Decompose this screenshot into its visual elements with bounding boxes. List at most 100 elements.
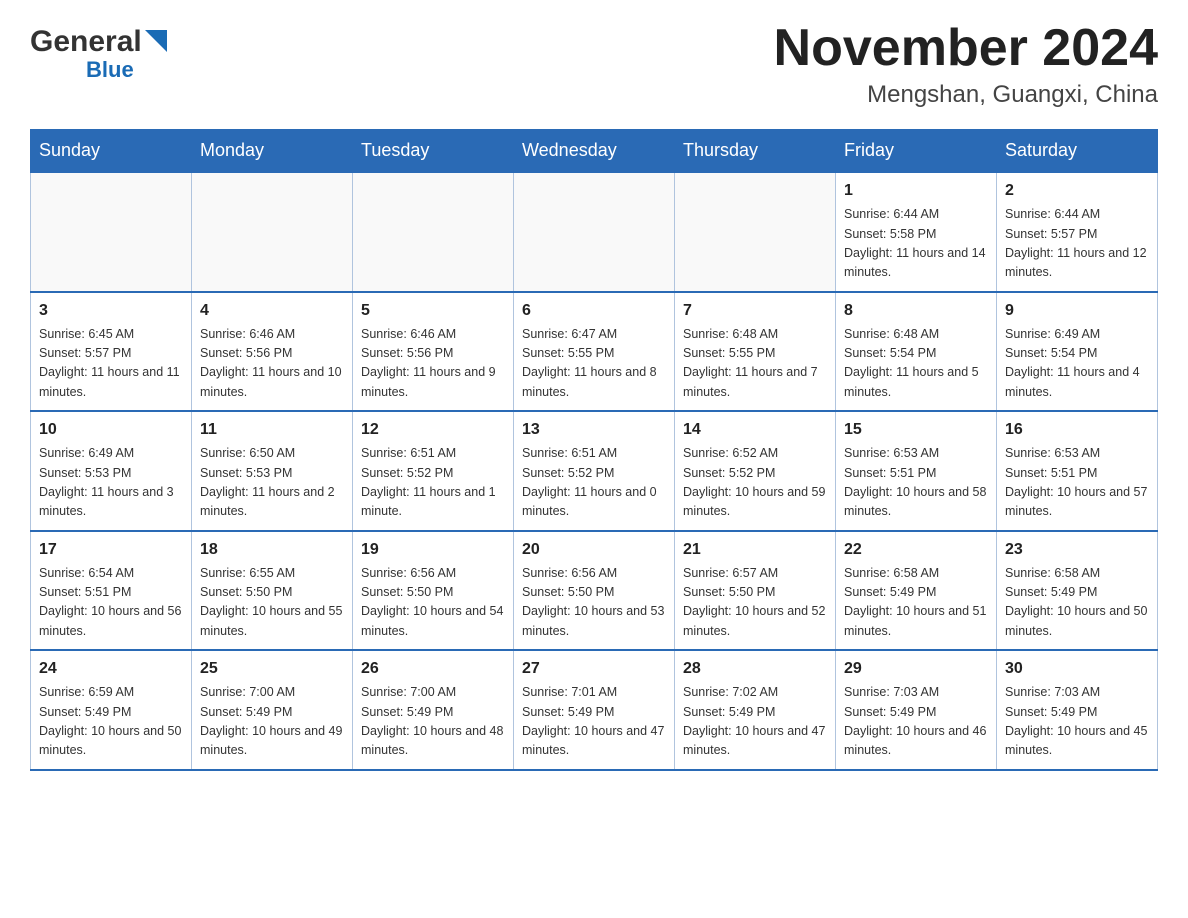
page-header: General Blue November 2024 Mengshan, Gua… [30,20,1158,109]
day-number: 18 [200,538,344,562]
day-info: Sunrise: 6:58 AMSunset: 5:49 PMDaylight:… [844,564,988,642]
day-info: Sunrise: 6:44 AMSunset: 5:58 PMDaylight:… [844,205,988,283]
day-info: Sunrise: 7:00 AMSunset: 5:49 PMDaylight:… [200,683,344,761]
calendar-cell: 14Sunrise: 6:52 AMSunset: 5:52 PMDayligh… [675,411,836,531]
day-number: 3 [39,299,183,323]
calendar-cell: 2Sunrise: 6:44 AMSunset: 5:57 PMDaylight… [997,172,1158,292]
day-number: 8 [844,299,988,323]
calendar-week-5: 24Sunrise: 6:59 AMSunset: 5:49 PMDayligh… [31,650,1158,770]
day-info: Sunrise: 7:00 AMSunset: 5:49 PMDaylight:… [361,683,505,761]
day-number: 9 [1005,299,1149,323]
calendar-cell: 15Sunrise: 6:53 AMSunset: 5:51 PMDayligh… [836,411,997,531]
calendar-cell: 30Sunrise: 7:03 AMSunset: 5:49 PMDayligh… [997,650,1158,770]
calendar-cell [353,172,514,292]
calendar-cell: 12Sunrise: 6:51 AMSunset: 5:52 PMDayligh… [353,411,514,531]
day-number: 1 [844,179,988,203]
day-info: Sunrise: 6:44 AMSunset: 5:57 PMDaylight:… [1005,205,1149,283]
day-number: 11 [200,418,344,442]
calendar-cell: 7Sunrise: 6:48 AMSunset: 5:55 PMDaylight… [675,292,836,412]
day-info: Sunrise: 7:01 AMSunset: 5:49 PMDaylight:… [522,683,666,761]
calendar-cell: 29Sunrise: 7:03 AMSunset: 5:49 PMDayligh… [836,650,997,770]
calendar-week-3: 10Sunrise: 6:49 AMSunset: 5:53 PMDayligh… [31,411,1158,531]
calendar-cell: 4Sunrise: 6:46 AMSunset: 5:56 PMDaylight… [192,292,353,412]
calendar-cell: 5Sunrise: 6:46 AMSunset: 5:56 PMDaylight… [353,292,514,412]
calendar-cell: 19Sunrise: 6:56 AMSunset: 5:50 PMDayligh… [353,531,514,651]
day-info: Sunrise: 6:45 AMSunset: 5:57 PMDaylight:… [39,325,183,403]
calendar-cell: 11Sunrise: 6:50 AMSunset: 5:53 PMDayligh… [192,411,353,531]
calendar-week-2: 3Sunrise: 6:45 AMSunset: 5:57 PMDaylight… [31,292,1158,412]
calendar-cell: 22Sunrise: 6:58 AMSunset: 5:49 PMDayligh… [836,531,997,651]
day-info: Sunrise: 6:48 AMSunset: 5:54 PMDaylight:… [844,325,988,403]
day-number: 7 [683,299,827,323]
day-info: Sunrise: 6:56 AMSunset: 5:50 PMDaylight:… [361,564,505,642]
calendar-cell [675,172,836,292]
day-number: 22 [844,538,988,562]
day-info: Sunrise: 6:47 AMSunset: 5:55 PMDaylight:… [522,325,666,403]
day-number: 20 [522,538,666,562]
col-friday: Friday [836,130,997,173]
col-tuesday: Tuesday [353,130,514,173]
day-number: 28 [683,657,827,681]
day-info: Sunrise: 6:59 AMSunset: 5:49 PMDaylight:… [39,683,183,761]
day-info: Sunrise: 6:49 AMSunset: 5:54 PMDaylight:… [1005,325,1149,403]
day-info: Sunrise: 6:57 AMSunset: 5:50 PMDaylight:… [683,564,827,642]
col-monday: Monday [192,130,353,173]
day-info: Sunrise: 6:49 AMSunset: 5:53 PMDaylight:… [39,444,183,522]
calendar-header-row: Sunday Monday Tuesday Wednesday Thursday… [31,130,1158,173]
day-number: 2 [1005,179,1149,203]
calendar-week-4: 17Sunrise: 6:54 AMSunset: 5:51 PMDayligh… [31,531,1158,651]
day-number: 16 [1005,418,1149,442]
day-number: 15 [844,418,988,442]
calendar-cell: 26Sunrise: 7:00 AMSunset: 5:49 PMDayligh… [353,650,514,770]
col-saturday: Saturday [997,130,1158,173]
day-info: Sunrise: 6:56 AMSunset: 5:50 PMDaylight:… [522,564,666,642]
day-number: 6 [522,299,666,323]
calendar-cell [31,172,192,292]
day-number: 21 [683,538,827,562]
day-info: Sunrise: 6:55 AMSunset: 5:50 PMDaylight:… [200,564,344,642]
day-info: Sunrise: 7:03 AMSunset: 5:49 PMDaylight:… [844,683,988,761]
day-number: 5 [361,299,505,323]
day-number: 29 [844,657,988,681]
day-info: Sunrise: 7:02 AMSunset: 5:49 PMDaylight:… [683,683,827,761]
calendar-cell: 27Sunrise: 7:01 AMSunset: 5:49 PMDayligh… [514,650,675,770]
day-number: 27 [522,657,666,681]
col-sunday: Sunday [31,130,192,173]
calendar-cell: 10Sunrise: 6:49 AMSunset: 5:53 PMDayligh… [31,411,192,531]
calendar-cell: 8Sunrise: 6:48 AMSunset: 5:54 PMDaylight… [836,292,997,412]
day-info: Sunrise: 6:58 AMSunset: 5:49 PMDaylight:… [1005,564,1149,642]
day-info: Sunrise: 6:46 AMSunset: 5:56 PMDaylight:… [361,325,505,403]
day-number: 13 [522,418,666,442]
day-number: 10 [39,418,183,442]
location: Mengshan, Guangxi, China [774,81,1158,109]
day-number: 24 [39,657,183,681]
day-number: 17 [39,538,183,562]
day-number: 19 [361,538,505,562]
logo: General Blue [30,20,167,82]
day-info: Sunrise: 6:51 AMSunset: 5:52 PMDaylight:… [522,444,666,522]
calendar-cell: 3Sunrise: 6:45 AMSunset: 5:57 PMDaylight… [31,292,192,412]
day-number: 14 [683,418,827,442]
calendar-cell: 16Sunrise: 6:53 AMSunset: 5:51 PMDayligh… [997,411,1158,531]
day-info: Sunrise: 6:53 AMSunset: 5:51 PMDaylight:… [1005,444,1149,522]
month-title: November 2024 [774,20,1158,77]
day-number: 23 [1005,538,1149,562]
calendar-cell: 20Sunrise: 6:56 AMSunset: 5:50 PMDayligh… [514,531,675,651]
calendar-cell: 28Sunrise: 7:02 AMSunset: 5:49 PMDayligh… [675,650,836,770]
calendar-cell: 24Sunrise: 6:59 AMSunset: 5:49 PMDayligh… [31,650,192,770]
calendar-cell: 21Sunrise: 6:57 AMSunset: 5:50 PMDayligh… [675,531,836,651]
title-section: November 2024 Mengshan, Guangxi, China [774,20,1158,109]
day-info: Sunrise: 6:52 AMSunset: 5:52 PMDaylight:… [683,444,827,522]
day-info: Sunrise: 6:46 AMSunset: 5:56 PMDaylight:… [200,325,344,403]
day-info: Sunrise: 7:03 AMSunset: 5:49 PMDaylight:… [1005,683,1149,761]
day-number: 25 [200,657,344,681]
logo-blue-text: Blue [86,57,134,82]
day-number: 12 [361,418,505,442]
calendar-cell: 17Sunrise: 6:54 AMSunset: 5:51 PMDayligh… [31,531,192,651]
day-info: Sunrise: 6:54 AMSunset: 5:51 PMDaylight:… [39,564,183,642]
calendar-cell: 9Sunrise: 6:49 AMSunset: 5:54 PMDaylight… [997,292,1158,412]
calendar-cell [192,172,353,292]
day-info: Sunrise: 6:50 AMSunset: 5:53 PMDaylight:… [200,444,344,522]
calendar-cell: 25Sunrise: 7:00 AMSunset: 5:49 PMDayligh… [192,650,353,770]
calendar-week-1: 1Sunrise: 6:44 AMSunset: 5:58 PMDaylight… [31,172,1158,292]
